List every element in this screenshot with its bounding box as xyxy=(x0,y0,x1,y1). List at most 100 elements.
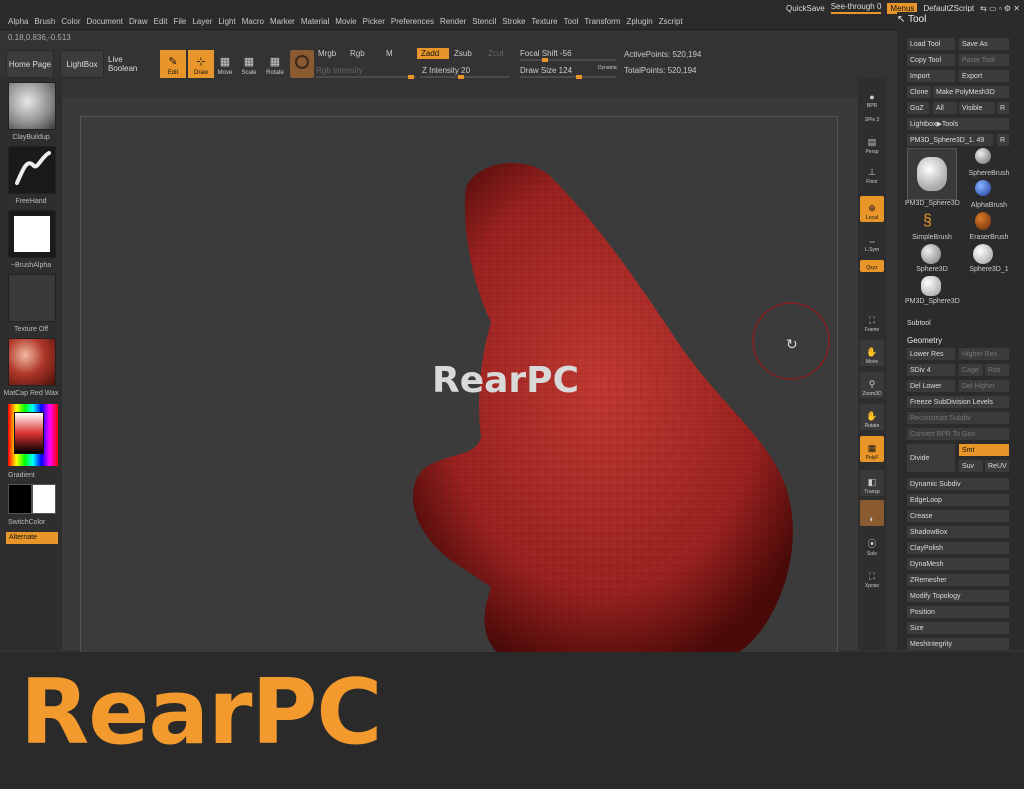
lower-res-button[interactable]: Lower Res xyxy=(907,348,955,360)
brush-thumbnail[interactable] xyxy=(8,82,56,130)
mrgb-toggle[interactable]: Mrgb xyxy=(314,48,340,59)
floor-button[interactable]: ⊥ Floor xyxy=(860,160,884,186)
del-higher-button[interactable]: Del Higher xyxy=(959,380,1009,392)
transp-button[interactable]: ◧ Transp xyxy=(860,470,884,496)
texture-thumbnail[interactable] xyxy=(8,274,56,322)
zsub-toggle[interactable]: Zsub xyxy=(450,48,476,59)
r-button-2[interactable]: R xyxy=(997,134,1009,146)
draw-size-track[interactable] xyxy=(520,75,616,79)
xpose-button[interactable]: ⛶ Xpose xyxy=(860,564,884,590)
cage-button[interactable]: Cage xyxy=(959,364,983,376)
copy-tool-button[interactable]: Copy Tool xyxy=(907,54,955,66)
lightbox-tools-button[interactable]: Lightbox▶Tools xyxy=(907,118,1009,130)
section-shadowbox[interactable]: ShadowBox xyxy=(907,526,1009,538)
menu-item-alpha[interactable]: Alpha xyxy=(6,17,32,26)
move-view-button[interactable]: ✋ Move xyxy=(860,340,884,366)
reuv-button[interactable]: ReUV xyxy=(985,460,1009,472)
section-claypolish[interactable]: ClayPolish xyxy=(907,542,1009,554)
material-swatch[interactable] xyxy=(290,50,314,78)
primary-color[interactable] xyxy=(32,484,56,514)
menu-item-edit[interactable]: Edit xyxy=(152,17,172,26)
zoom3d-button[interactable]: ⚲ Zoom3D xyxy=(860,372,884,398)
alpha-thumbnail[interactable] xyxy=(8,210,56,258)
make-polymesh-button[interactable]: Make PolyMesh3D xyxy=(933,86,1009,98)
higher-res-button[interactable]: Higher Res xyxy=(959,348,1009,360)
suv-toggle[interactable]: Suv xyxy=(959,460,983,472)
menu-item-document[interactable]: Document xyxy=(85,17,127,26)
stroke-thumbnail[interactable] xyxy=(8,146,56,194)
sphere3d-icon[interactable] xyxy=(921,244,941,264)
secondary-color[interactable] xyxy=(8,484,32,514)
z-intensity-track[interactable] xyxy=(420,75,510,79)
clone-button[interactable]: Clone xyxy=(907,86,931,98)
menu-item-tool[interactable]: Tool xyxy=(562,17,583,26)
scale-button[interactable]: ▦ Scale xyxy=(236,50,262,78)
rgb-intensity-slider[interactable]: Rgb Intensity xyxy=(316,66,363,75)
visible-button[interactable]: Visible xyxy=(959,102,995,114)
rstr-button[interactable]: Rstr xyxy=(985,364,1009,376)
color-picker[interactable] xyxy=(8,404,58,466)
section-meshintegrity[interactable]: MeshIntegrity xyxy=(907,638,1009,650)
rgb-toggle[interactable]: Rgb xyxy=(346,48,369,59)
menu-item-transform[interactable]: Transform xyxy=(582,17,624,26)
z-intensity-slider[interactable]: Z Intensity 20 xyxy=(422,66,470,75)
alphabrush-icon[interactable] xyxy=(975,180,991,196)
edit-button[interactable]: ✎ Edit xyxy=(160,50,186,78)
section-modify-topology[interactable]: Modify Topology xyxy=(907,590,1009,602)
menu-item-light[interactable]: Light xyxy=(216,17,239,26)
solo-button[interactable]: ⦿ Solo xyxy=(860,530,884,558)
current-tool-slider[interactable]: PM3D_Sphere3D_1. 49 xyxy=(907,134,993,146)
spherebrush-icon[interactable] xyxy=(975,148,991,164)
focal-shift-track[interactable] xyxy=(520,58,616,62)
section-crease[interactable]: Crease xyxy=(907,510,1009,522)
ghost-button[interactable]: ◐ xyxy=(860,500,884,526)
dynamic-toggle[interactable]: Dynamic xyxy=(598,65,617,71)
sphere3d-1-icon[interactable] xyxy=(973,244,993,264)
menu-item-layer[interactable]: Layer xyxy=(190,17,216,26)
move-button[interactable]: ▦ Move xyxy=(212,50,238,78)
sdiv-slider[interactable]: SDiv 4 xyxy=(907,364,955,376)
menu-item-texture[interactable]: Texture xyxy=(529,17,561,26)
section-dynamic-subdiv[interactable]: Dynamic Subdiv xyxy=(907,478,1009,490)
goz-button[interactable]: GoZ xyxy=(907,102,929,114)
del-lower-button[interactable]: Del Lower xyxy=(907,380,955,392)
menu-item-movie[interactable]: Movie xyxy=(333,17,360,26)
paste-tool-button[interactable]: Paste Tool xyxy=(959,54,1009,66)
menu-item-marker[interactable]: Marker xyxy=(268,17,299,26)
menu-item-zscript[interactable]: Zscript xyxy=(657,17,687,26)
tool-item-pm3d-sphere3d[interactable] xyxy=(907,148,957,200)
rotate-button[interactable]: ▦ Rotate xyxy=(262,50,288,78)
section-dynamesh[interactable]: DynaMesh xyxy=(907,558,1009,570)
menu-item-render[interactable]: Render xyxy=(438,17,470,26)
material-thumbnail[interactable] xyxy=(8,338,56,386)
all-button[interactable]: All xyxy=(933,102,957,114)
load-tool-button[interactable]: Load Tool xyxy=(907,38,955,50)
export-button[interactable]: Export xyxy=(959,70,1009,82)
qxyz-button[interactable]: Qxyz xyxy=(860,260,884,272)
menu-item-brush[interactable]: Brush xyxy=(32,17,59,26)
menu-item-picker[interactable]: Picker xyxy=(361,17,389,26)
bpr-button[interactable]: ● BPR xyxy=(860,84,884,110)
local-button[interactable]: ⊕ Local xyxy=(860,196,884,222)
section-position[interactable]: Position xyxy=(907,606,1009,618)
alternate-button[interactable]: Alternate xyxy=(6,532,58,544)
quicksave-button[interactable]: QuickSave xyxy=(786,4,825,13)
menu-item-draw[interactable]: Draw xyxy=(127,17,152,26)
rgb-intensity-track[interactable] xyxy=(316,75,416,79)
m-toggle[interactable]: M xyxy=(382,48,397,59)
menu-item-macro[interactable]: Macro xyxy=(240,17,268,26)
menu-item-material[interactable]: Material xyxy=(299,17,333,26)
rotate-view-button[interactable]: ✋ Rotate xyxy=(860,404,884,430)
menu-item-stencil[interactable]: Stencil xyxy=(470,17,500,26)
focal-shift-slider[interactable]: Focal Shift -56 xyxy=(520,49,572,58)
section-size[interactable]: Size xyxy=(907,622,1009,634)
section-edgeloop[interactable]: EdgeLoop xyxy=(907,494,1009,506)
polyf-button[interactable]: ▦ PolyF xyxy=(860,436,884,462)
live-boolean-button[interactable]: Live Boolean xyxy=(108,50,154,78)
spix-slider[interactable]: SPix 3 xyxy=(860,112,884,124)
color-square[interactable] xyxy=(14,412,44,454)
section-zremesher[interactable]: ZRemesher xyxy=(907,574,1009,586)
divide-button[interactable]: Divide xyxy=(907,444,955,472)
draw-size-slider[interactable]: Draw Size 124 xyxy=(520,66,572,75)
reconstruct-subdiv-button[interactable]: Reconstruct Subdiv xyxy=(907,412,1009,424)
